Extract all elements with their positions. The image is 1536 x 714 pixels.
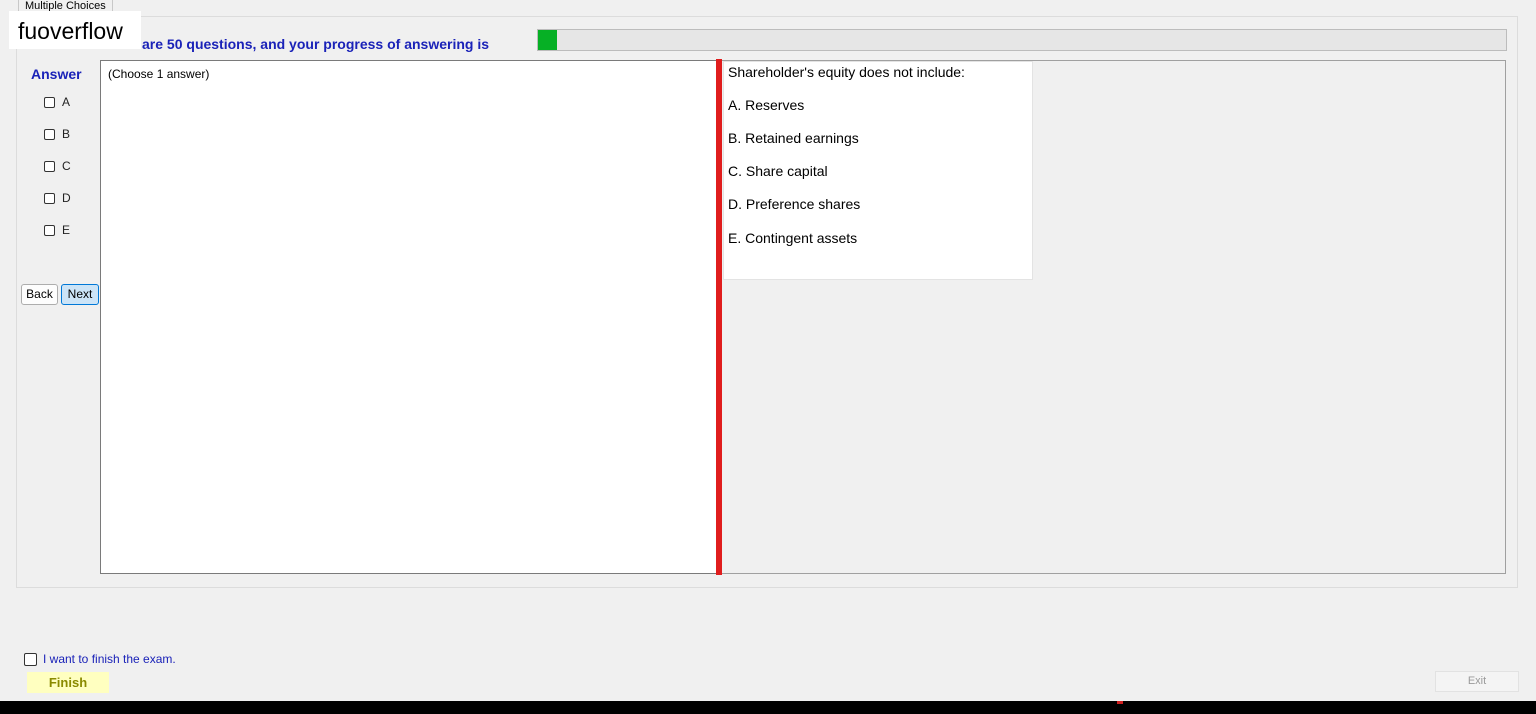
option-label-e: E (62, 223, 71, 237)
question-choice-b: B. Retained earnings (728, 130, 859, 146)
checkbox-c[interactable] (44, 160, 55, 172)
question-choice-d: D. Preference shares (728, 196, 861, 212)
checkbox-b[interactable] (44, 128, 55, 140)
finish-checkbox-label: I want to finish the exam. (43, 652, 176, 666)
progress-text: There are 50 questions, and your progres… (100, 36, 489, 52)
question-choice-e: E. Contingent assets (728, 230, 858, 246)
finish-checkbox-box[interactable] (24, 652, 37, 666)
option-label-c: C (62, 159, 71, 173)
option-label-b: B (62, 127, 71, 141)
taskbar-indicator (1117, 701, 1123, 704)
answer-option-a[interactable]: A (44, 94, 70, 110)
progress-fill (538, 30, 558, 50)
exit-button[interactable]: Exit (1435, 671, 1519, 692)
option-label-a: A (62, 95, 71, 109)
answer-option-e[interactable]: E (44, 222, 70, 238)
answer-option-d[interactable]: D (44, 190, 71, 206)
taskbar (0, 701, 1536, 714)
next-button[interactable]: Next (61, 284, 99, 305)
answer-text-panel[interactable]: (Choose 1 answer) (100, 60, 717, 574)
question-box: Shareholder's equity does not include: A… (723, 61, 1033, 280)
progress-bar (537, 29, 1507, 51)
option-label-d: D (62, 191, 71, 205)
question-choice-a: A. Reserves (728, 97, 805, 113)
checkbox-e[interactable] (44, 224, 55, 236)
question-choice-c: C. Share capital (728, 163, 828, 179)
watermark-label: fuoverflow (9, 11, 141, 49)
answer-title: Answer (31, 66, 82, 82)
finish-exam-checkbox[interactable]: I want to finish the exam. (24, 652, 176, 666)
question-text: Shareholder's equity does not include: (728, 64, 965, 80)
finish-button[interactable]: Finish (27, 672, 109, 693)
checkbox-a[interactable] (44, 96, 55, 108)
answer-option-b[interactable]: B (44, 126, 70, 142)
back-button[interactable]: Back (21, 284, 58, 305)
answer-option-c[interactable]: C (44, 158, 71, 174)
choose-instruction: (Choose 1 answer) (108, 67, 210, 81)
checkbox-d[interactable] (44, 192, 55, 204)
